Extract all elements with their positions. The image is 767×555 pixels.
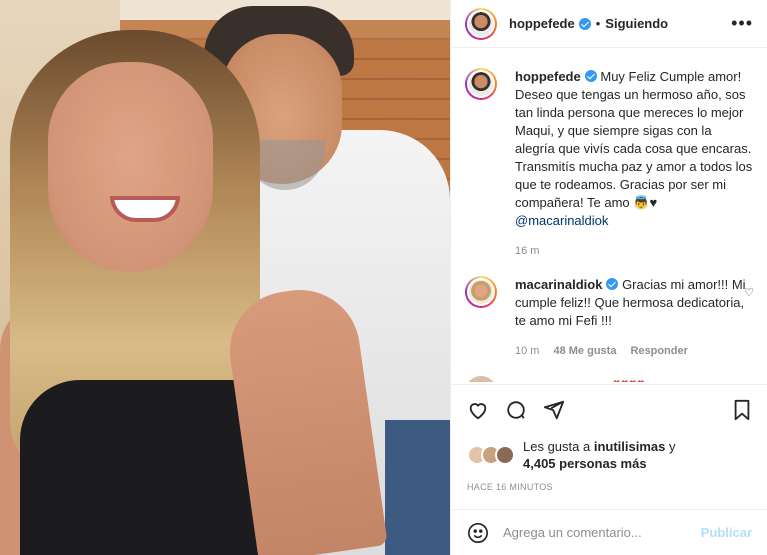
reply-avatar[interactable] [465,276,497,308]
post-timestamp[interactable]: HACE 16 MINUTOS [467,482,553,492]
reply-time[interactable]: 10 m [515,342,539,360]
caption-username[interactable]: hoppefede [515,69,581,84]
likes-summary: Les gusta a inutilisimas y 4,405 persona… [467,438,676,472]
heart-icon[interactable] [467,399,489,421]
post-photo[interactable] [0,0,450,555]
caption-time[interactable]: 16 m [515,242,539,260]
caption-text: Muy Feliz Cumple amor! Deseo que tengas … [515,69,753,210]
comments-list[interactable]: hoppefede Muy Feliz Cumple amor! Deseo q… [451,56,767,382]
post-header: hoppefede • Siguiendo ••• [451,0,767,48]
reply-username[interactable]: macarinaldiok [515,277,602,292]
likes-others-link[interactable]: 4,405 personas más [523,456,647,471]
next-comment-partial: ♥♥♥♥ [465,376,755,382]
comment-icon[interactable] [505,399,527,421]
following-button[interactable]: Siguiendo [605,16,668,31]
reply-button[interactable]: Responder [630,342,687,360]
photo-man-jeans [385,420,450,555]
liker-avatars[interactable] [467,445,517,465]
more-horizontal-icon[interactable]: ••• [731,13,753,34]
action-bar [451,384,767,424]
verified-badge-icon [578,17,591,30]
comment-input[interactable] [503,525,701,540]
likes-prefix: Les gusta a [523,439,591,454]
post-details-pane: hoppefede • Siguiendo ••• hoppefede Muy … [450,0,767,555]
reply-likes[interactable]: 48 Me gusta [553,342,616,360]
caption-comment: hoppefede Muy Feliz Cumple amor! Deseo q… [451,56,767,260]
bookmark-icon[interactable] [732,399,752,421]
add-comment-bar: Publicar [451,509,767,555]
author-username[interactable]: hoppefede [509,16,575,31]
liker-avatar[interactable] [495,445,515,465]
reply-comment: macarinaldiok Gracias mi amor!!! Mi cump… [451,260,767,360]
likes-suffix: y [669,439,676,454]
verified-badge-icon [584,70,597,82]
emoji-icon[interactable] [467,522,489,544]
caption-avatar[interactable] [465,68,497,100]
verified-badge-icon [606,278,619,290]
hearts-emoji-icon: ♥♥♥♥ [613,376,646,382]
caption-mention[interactable]: @macarinaldiok [515,213,608,228]
likes-user-link[interactable]: inutilisimas [594,439,666,454]
author-avatar[interactable] [465,7,497,40]
header-separator: • [595,16,601,31]
post-comment-button[interactable]: Publicar [701,525,752,540]
next-comment-avatar [465,376,497,382]
share-icon[interactable] [543,399,565,421]
photo-woman-face [48,62,213,272]
comment-heart-icon[interactable]: ♡ [744,286,754,299]
